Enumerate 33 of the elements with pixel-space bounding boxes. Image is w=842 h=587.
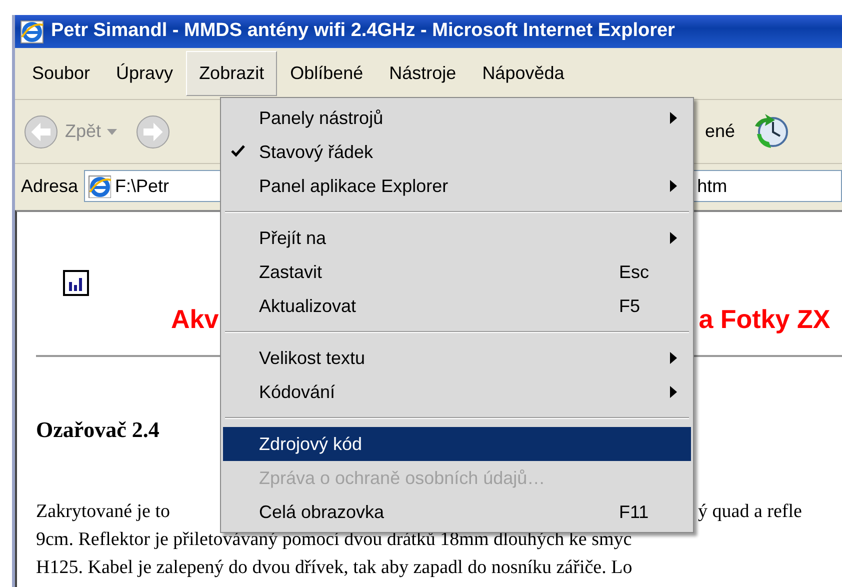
paragraph-text: ý quad a refle (698, 500, 802, 524)
menu-item[interactable]: Nápověda (469, 51, 578, 96)
menu-option[interactable]: Panel aplikace Explorer (223, 169, 691, 203)
menu-option[interactable]: Panely nástrojů (223, 101, 691, 135)
menu-item[interactable]: Soubor (19, 51, 104, 96)
chart-icon (63, 270, 89, 296)
shortcut-text: F11 (619, 500, 649, 524)
menu-item[interactable]: Oblíbené (277, 51, 376, 96)
banner-text: Akv (171, 303, 219, 336)
shortcut-text: Esc (619, 260, 650, 284)
menu-option[interactable]: Přejít na (223, 221, 691, 255)
menu-option[interactable]: Celá obrazovka F11 (223, 495, 691, 529)
dropdown-caret-icon[interactable] (107, 128, 118, 134)
paragraph-text: Zakrytované je to (36, 500, 170, 524)
menu-option[interactable]: Stavový řádek (223, 135, 691, 169)
page-heading: Ozařovač 2.4 (36, 416, 160, 444)
menu-item[interactable]: Úpravy (103, 51, 186, 96)
toolbar-label: ené (705, 120, 736, 143)
shortcut-text: F5 (619, 294, 640, 318)
menu-option[interactable]: Kódování (223, 375, 691, 409)
banner-text: a Fotky ZX (698, 303, 830, 336)
browser-logo-icon (19, 18, 45, 44)
paragraph-text: 9cm. Reflektor je přiletovávaný pomocí dvou drátků 18mm dlouhých ke smyc (36, 528, 632, 552)
address-label: Adresa (21, 174, 78, 198)
menu-item[interactable]: Nástroje (376, 51, 470, 96)
window-title: Petr Simandl - MMDS antény wifi 2.4GHz - Microsoft Internet Explorer (51, 19, 675, 44)
menu-option[interactable]: Aktualizovat F5 (223, 289, 691, 323)
menu-option[interactable]: Zastavit Esc (223, 255, 691, 289)
page-icon (87, 174, 112, 198)
paragraph-text: H125. Kabel je zalepený do dvou dřívek, tak aby zapadl do nosníku zářiče. Lo (36, 556, 632, 580)
menu-option[interactable]: Velikost textu (223, 341, 691, 375)
menu-option[interactable]: Zdrojový kód (223, 427, 691, 461)
menu-item[interactable]: Zobrazit (186, 51, 278, 96)
